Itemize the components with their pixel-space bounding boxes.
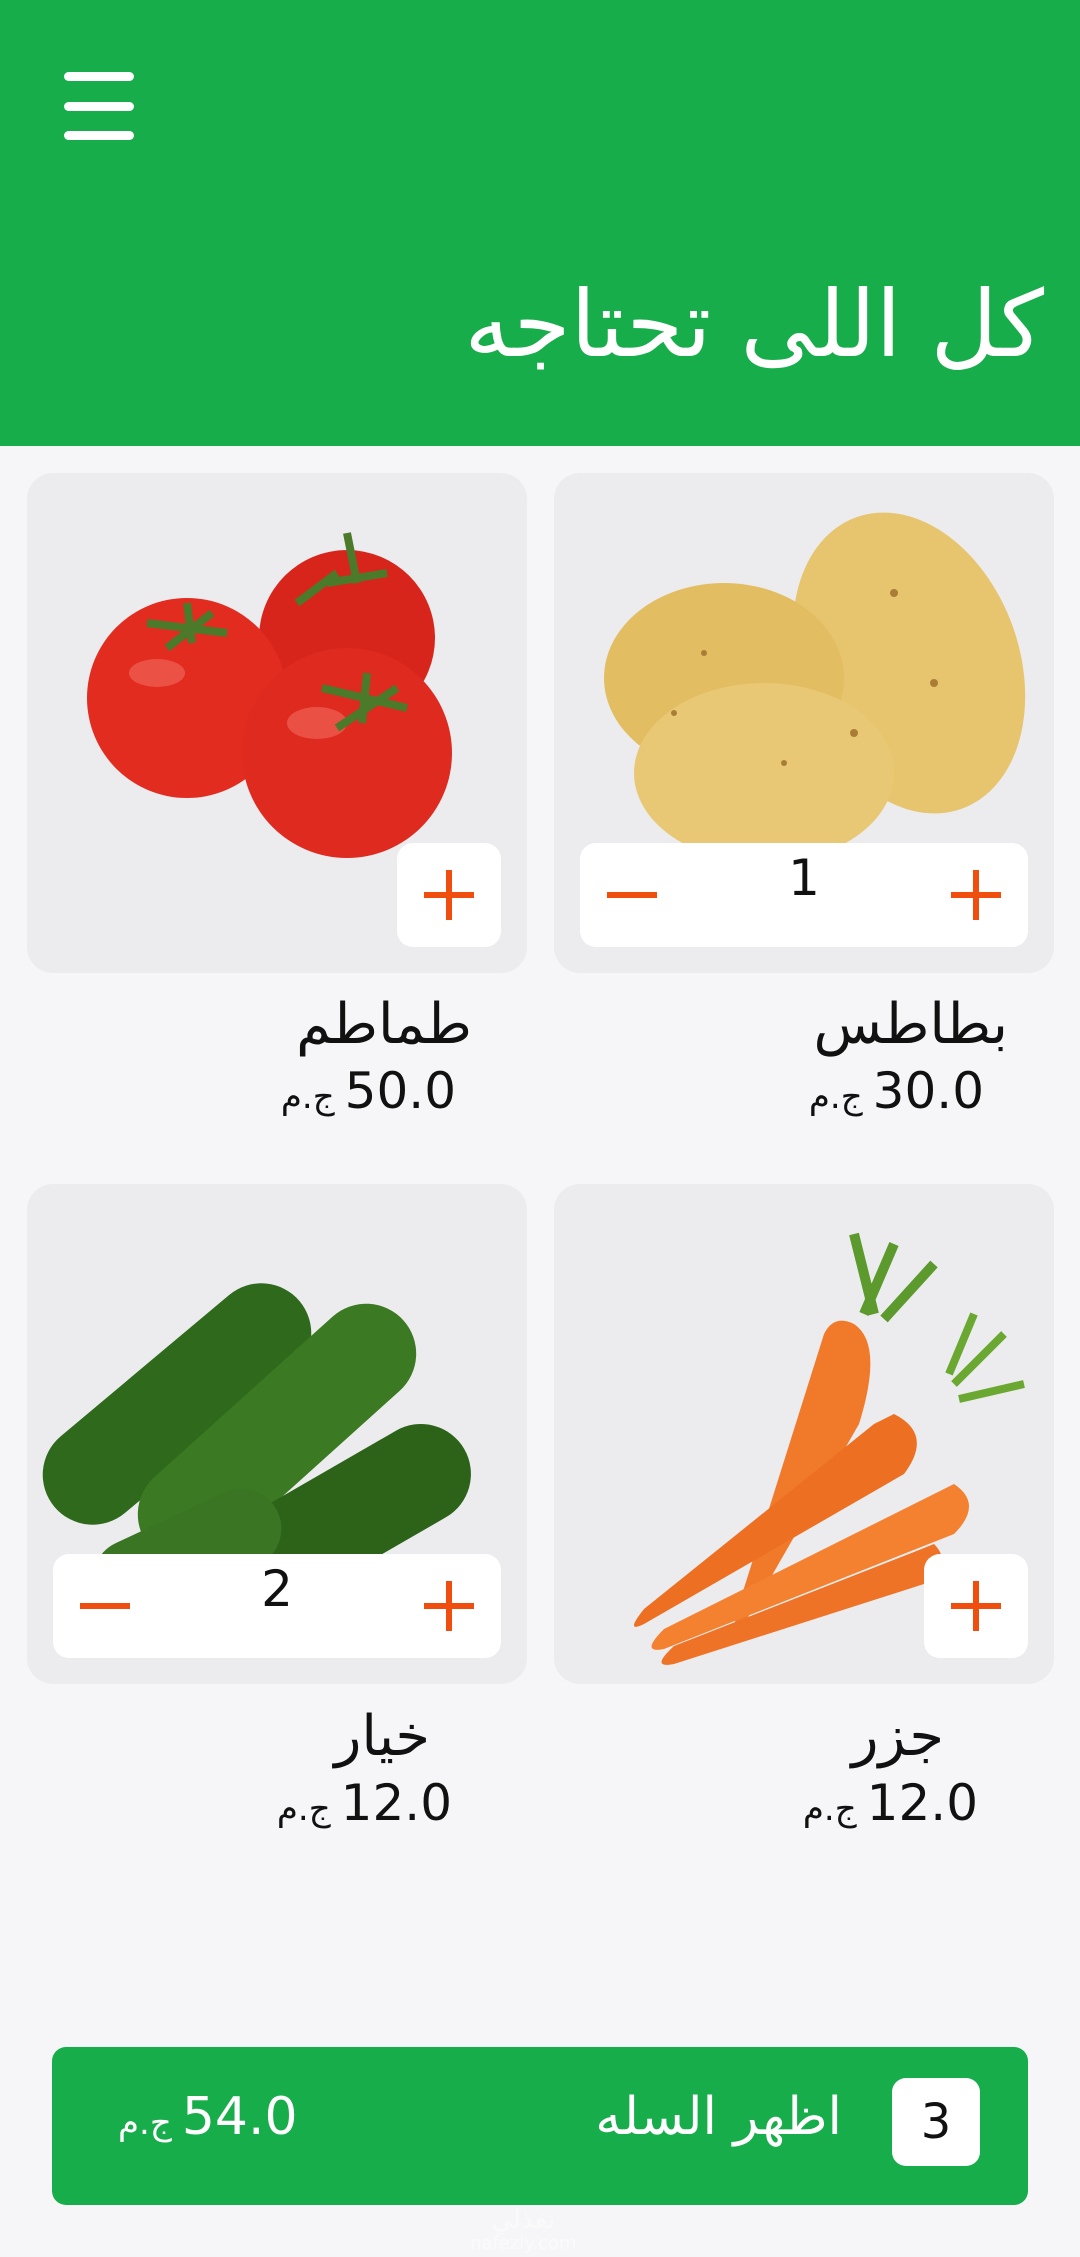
product-name: خيار bbox=[334, 1704, 430, 1769]
plus-icon[interactable] bbox=[419, 1554, 479, 1658]
product-card-carrot[interactable] bbox=[554, 1184, 1054, 1684]
product-price: 30.0 ج.م bbox=[808, 1062, 984, 1120]
plus-icon[interactable] bbox=[946, 843, 1006, 947]
product-price: 50.0 ج.م bbox=[280, 1062, 456, 1120]
product-price: 12.0 ج.م bbox=[276, 1774, 452, 1832]
product-card-cucumber[interactable]: 2 bbox=[27, 1184, 527, 1684]
add-to-cart-button[interactable] bbox=[397, 843, 501, 947]
add-to-cart-button[interactable] bbox=[924, 1554, 1028, 1658]
product-card-tomato[interactable] bbox=[27, 473, 527, 973]
show-cart-button[interactable]: 3 اظهر السله 54.0 ج.م bbox=[52, 2047, 1028, 2205]
product-card-potato[interactable]: 1 bbox=[554, 473, 1054, 973]
product-price: 12.0 ج.م bbox=[802, 1774, 978, 1832]
plus-icon bbox=[424, 870, 474, 920]
cart-total: 54.0 ج.م bbox=[118, 2087, 298, 2147]
quantity-stepper[interactable]: 2 bbox=[53, 1554, 501, 1658]
hamburger-menu-icon[interactable] bbox=[64, 72, 144, 140]
product-name: جزر bbox=[851, 1704, 944, 1769]
app-header: كل اللى تحتاجه bbox=[0, 0, 1080, 446]
quantity-stepper[interactable]: 1 bbox=[580, 843, 1028, 947]
plus-icon bbox=[951, 1581, 1001, 1631]
cart-count-badge: 3 bbox=[892, 2078, 980, 2166]
watermark: نفذلي nafezly.com bbox=[470, 2205, 577, 2254]
cart-label: اظهر السله bbox=[595, 2087, 842, 2147]
product-name: طماطم bbox=[296, 992, 472, 1057]
page-title: كل اللى تحتاجه bbox=[464, 271, 1044, 378]
product-name: بطاطس bbox=[813, 992, 1008, 1057]
